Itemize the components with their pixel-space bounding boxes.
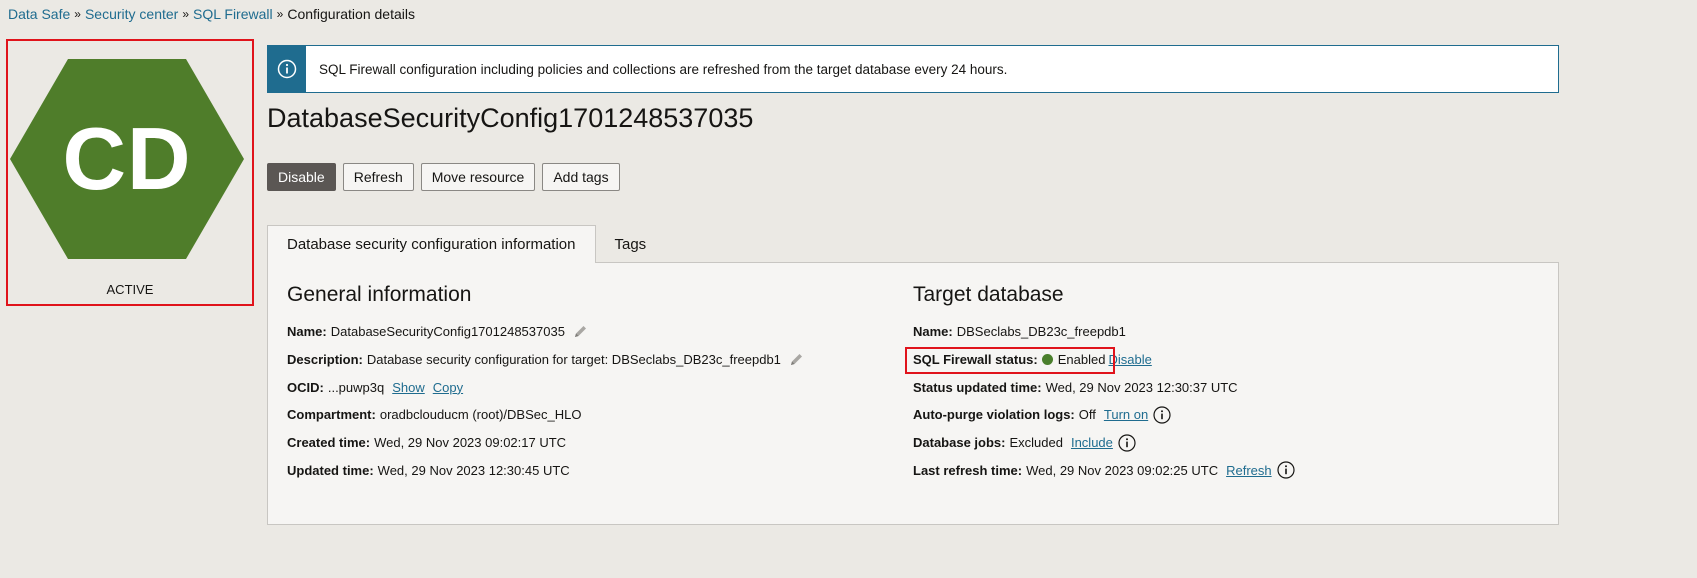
general-description-value: Database security configuration for targ… — [366, 352, 781, 368]
pencil-icon[interactable] — [789, 352, 804, 367]
firewall-status-row: SQL Firewall status: Enabled Disable — [913, 346, 1553, 374]
breadcrumb-security-center[interactable]: Security center — [85, 6, 178, 22]
ocid-copy-link[interactable]: Copy — [433, 380, 463, 395]
move-resource-button[interactable]: Move resource — [420, 163, 536, 191]
database-jobs-include-link[interactable]: Include — [1071, 435, 1113, 450]
tab-bar: Database security configuration informat… — [267, 225, 665, 263]
disable-button[interactable]: Disable — [267, 163, 336, 191]
page-title: DatabaseSecurityConfig1701248537035 — [267, 103, 754, 133]
tab-config-info[interactable]: Database security configuration informat… — [267, 225, 596, 263]
info-circle-icon[interactable] — [1153, 406, 1171, 424]
general-description-label: Description: — [287, 352, 363, 368]
general-name-row: Name: DatabaseSecurityConfig170124853703… — [287, 318, 887, 346]
database-jobs-row: Database jobs: Excluded Include — [913, 429, 1553, 457]
breadcrumb: Data Safe » Security center » SQL Firewa… — [8, 6, 415, 22]
general-updated-label: Updated time: — [287, 462, 374, 478]
details-panel: General information Name: DatabaseSecuri… — [267, 262, 1559, 525]
target-name-label: Name: — [913, 324, 953, 340]
general-ocid-label: OCID: — [287, 379, 324, 395]
database-jobs-value: Excluded — [1009, 435, 1063, 451]
last-refresh-value: Wed, 29 Nov 2023 09:02:25 UTC — [1026, 462, 1219, 478]
autopurge-value: Off — [1078, 407, 1096, 423]
autopurge-row: Auto-purge violation logs: Off Turn on — [913, 401, 1553, 429]
add-tags-button[interactable]: Add tags — [542, 163, 620, 191]
resource-initials: CD — [62, 109, 192, 208]
firewall-status-value: Enabled — [1057, 352, 1106, 368]
breadcrumb-separator: » — [276, 7, 284, 21]
autopurge-label: Auto-purge violation logs: — [913, 407, 1075, 423]
target-name-row: Name: DBSeclabs_DB23c_freepdb1 — [913, 318, 1553, 346]
last-refresh-link[interactable]: Refresh — [1226, 463, 1272, 478]
general-ocid-value: ...puwp3q — [327, 379, 385, 395]
info-circle-icon[interactable] — [1277, 461, 1295, 479]
info-icon — [268, 46, 306, 92]
general-updated-row: Updated time: Wed, 29 Nov 2023 12:30:45 … — [287, 456, 887, 484]
autopurge-turn-on-link[interactable]: Turn on — [1104, 407, 1148, 422]
action-bar: Disable Refresh Move resource Add tags — [267, 163, 620, 191]
last-refresh-row: Last refresh time: Wed, 29 Nov 2023 09:0… — [913, 456, 1553, 484]
general-created-label: Created time: — [287, 435, 371, 451]
target-name-value: DBSeclabs_DB23c_freepdb1 — [956, 324, 1126, 340]
info-circle-icon[interactable] — [1118, 433, 1136, 452]
target-database-section: Target database Name: DBSeclabs_DB23c_fr… — [913, 283, 1553, 484]
refresh-button[interactable]: Refresh — [342, 163, 414, 191]
info-banner: SQL Firewall configuration including pol… — [267, 45, 1559, 93]
general-updated-value: Wed, 29 Nov 2023 12:30:45 UTC — [377, 462, 570, 478]
general-ocid-row: OCID: ...puwp3q Show Copy — [287, 373, 887, 401]
tab-tags[interactable]: Tags — [596, 225, 666, 263]
status-dot-icon — [1041, 354, 1053, 366]
firewall-disable-link[interactable]: Disable — [1108, 352, 1151, 367]
general-compartment-row: Compartment: oradbclouducm (root)/DBSec_… — [287, 401, 887, 429]
resource-status: ACTIVE — [106, 282, 154, 297]
status-updated-label: Status updated time: — [913, 379, 1042, 395]
ocid-show-link[interactable]: Show — [392, 380, 425, 395]
target-database-heading: Target database — [913, 283, 1064, 306]
general-description-row: Description: Database security configura… — [287, 346, 887, 374]
breadcrumb-data-safe[interactable]: Data Safe — [8, 6, 70, 22]
breadcrumb-current: Configuration details — [287, 6, 415, 22]
pencil-icon[interactable] — [573, 324, 588, 339]
general-compartment-value: oradbclouducm (root)/DBSec_HLO — [379, 407, 582, 423]
general-name-value: DatabaseSecurityConfig1701248537035 — [330, 324, 565, 340]
breadcrumb-sql-firewall[interactable]: SQL Firewall — [193, 6, 273, 22]
resource-hexagon-icon: CD — [10, 59, 244, 259]
general-created-value: Wed, 29 Nov 2023 09:02:17 UTC — [374, 435, 567, 451]
general-information-heading: General information — [287, 283, 472, 306]
general-name-label: Name: — [287, 324, 327, 340]
banner-message: SQL Firewall configuration including pol… — [319, 61, 1008, 77]
status-updated-row: Status updated time: Wed, 29 Nov 2023 12… — [913, 373, 1553, 401]
breadcrumb-separator: » — [74, 7, 81, 21]
general-compartment-label: Compartment: — [287, 407, 376, 423]
resource-icon-panel: CD ACTIVE — [6, 39, 254, 306]
general-created-row: Created time: Wed, 29 Nov 2023 09:02:17 … — [287, 429, 887, 457]
status-updated-value: Wed, 29 Nov 2023 12:30:37 UTC — [1045, 379, 1238, 395]
firewall-status-label: SQL Firewall status: — [913, 352, 1038, 368]
last-refresh-label: Last refresh time: — [913, 462, 1023, 478]
breadcrumb-separator: » — [182, 7, 190, 21]
database-jobs-label: Database jobs: — [913, 435, 1006, 451]
general-information-section: General information Name: DatabaseSecuri… — [287, 283, 887, 484]
